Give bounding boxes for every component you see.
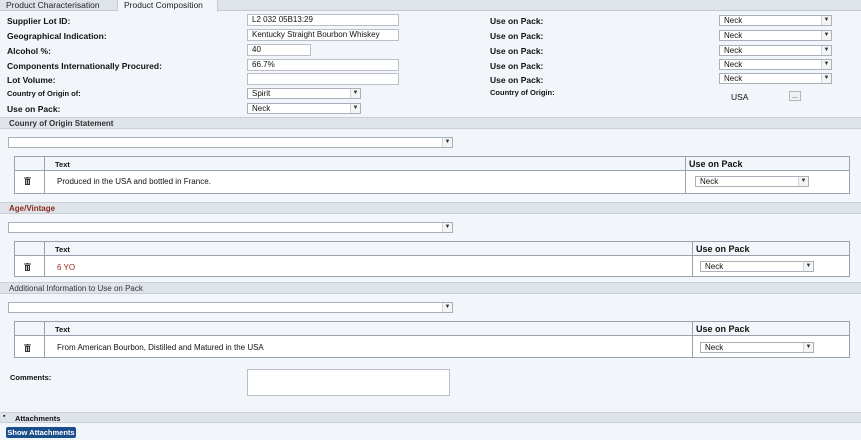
comments-label: Comments: [10, 373, 52, 382]
section-title-country-statement: Counry of Origin Statement [9, 119, 114, 128]
country-of-origin-value: USA [731, 92, 749, 102]
section-header-age-vintage: Age/Vintage [0, 202, 861, 214]
chevron-down-icon: ▼ [442, 138, 452, 147]
lot-volume-label: Lot Volume: [7, 75, 56, 85]
country-of-origin-label: Country of Origin: [490, 88, 555, 97]
section-header-country-statement: Counry of Origin Statement [0, 117, 861, 129]
chevron-down-icon: ▼ [798, 177, 808, 186]
grid-col-use-on-pack: Use on Pack [689, 159, 743, 169]
grid-col-use-on-pack: Use on Pack [696, 244, 750, 254]
chevron-down-icon: ▼ [350, 104, 360, 113]
alcohol-field[interactable]: 40 [247, 44, 311, 56]
country-statement-row-pack-value: Neck [700, 177, 719, 186]
use-on-pack-left-value: Neck [252, 104, 271, 113]
use-on-pack-value-5: Neck [724, 74, 743, 83]
chevron-down-icon: ▼ [350, 89, 360, 98]
use-on-pack-label-3: Use on Pack: [490, 46, 544, 56]
country-lookup-button[interactable]: ... [789, 91, 801, 101]
use-on-pack-value-4: Neck [724, 60, 743, 69]
tab-product-characterisation[interactable]: Product Characterisation [0, 0, 118, 11]
chevron-down-icon: ▼ [821, 31, 831, 40]
chevron-down-icon: ▼ [803, 262, 813, 271]
use-on-pack-select-1[interactable]: Neck ▼ [719, 15, 832, 26]
grid-col-text: Text [55, 325, 70, 334]
age-vintage-grid: Text Use on Pack 6 YO Neck ▼ [14, 241, 850, 277]
comments-textarea[interactable] [247, 369, 450, 396]
chevron-down-icon: ▼ [442, 223, 452, 232]
supplier-lot-id-field[interactable]: L2 032 05B13:29 [247, 14, 399, 26]
grid-col-text: Text [55, 245, 70, 254]
use-on-pack-value-1: Neck [724, 16, 743, 25]
section-header-additional-info: Additional Information to Use on Pack [0, 282, 861, 294]
chevron-down-icon: ▼ [821, 46, 831, 55]
use-on-pack-label-1: Use on Pack: [490, 16, 544, 26]
country-statement-select[interactable]: ▼ [8, 137, 453, 148]
components-field[interactable]: 66.7% [247, 59, 399, 71]
use-on-pack-select-3[interactable]: Neck ▼ [719, 45, 832, 56]
show-attachments-button[interactable]: Show Attachments [6, 427, 76, 438]
additional-info-row-pack-value: Neck [705, 343, 724, 352]
additional-info-grid: Text Use on Pack From American Bourbon, … [14, 321, 850, 358]
minus-icon[interactable]: ▪ [3, 413, 5, 420]
country-of-origin-of-value: Spirit [252, 89, 271, 98]
age-vintage-row-pack-value: Neck [705, 262, 724, 271]
country-statement-row-pack-select[interactable]: Neck ▼ [695, 176, 809, 187]
use-on-pack-value-2: Neck [724, 31, 743, 40]
section-title-additional-info: Additional Information to Use on Pack [9, 284, 143, 293]
use-on-pack-label-5: Use on Pack: [490, 75, 544, 85]
trash-icon[interactable] [24, 263, 31, 271]
supplier-lot-id-label: Supplier Lot ID: [7, 16, 71, 26]
alcohol-label: Alcohol %: [7, 46, 51, 56]
country-statement-row-text: Produced in the USA and bottled in Franc… [57, 177, 211, 186]
use-on-pack-label-2: Use on Pack: [490, 31, 544, 41]
age-vintage-select[interactable]: ▼ [8, 222, 453, 233]
chevron-down-icon: ▼ [821, 16, 831, 25]
use-on-pack-select-5[interactable]: Neck ▼ [719, 73, 832, 84]
use-on-pack-left-select[interactable]: Neck ▼ [247, 103, 361, 114]
use-on-pack-value-3: Neck [724, 46, 743, 55]
components-label: Components Internationally Procured: [7, 61, 162, 71]
age-vintage-row-text: 6 YO [57, 263, 76, 272]
tab-bar: Product Characterisation Product Composi… [0, 0, 861, 12]
grid-col-use-on-pack: Use on Pack [696, 324, 750, 334]
lot-volume-field[interactable] [247, 73, 399, 85]
tab-product-composition[interactable]: Product Composition [118, 0, 218, 12]
use-on-pack-select-2[interactable]: Neck ▼ [719, 30, 832, 41]
section-title-age-vintage: Age/Vintage [9, 204, 56, 213]
geo-indication-field[interactable]: Kentucky Straight Bourbon Whiskey [247, 29, 399, 41]
section-header-attachments: ▪ Attachments [0, 412, 861, 423]
age-vintage-row-pack-select[interactable]: Neck ▼ [700, 261, 814, 272]
additional-info-row-text: From American Bourbon, Distilled and Mat… [57, 343, 264, 352]
trash-icon[interactable] [24, 177, 31, 185]
additional-info-row-pack-select[interactable]: Neck ▼ [700, 342, 814, 353]
country-of-origin-of-select[interactable]: Spirit ▼ [247, 88, 361, 99]
chevron-down-icon: ▼ [442, 303, 452, 312]
geo-indication-label: Geographical Indication: [7, 31, 107, 41]
country-statement-grid: Text Use on Pack Produced in the USA and… [14, 156, 850, 194]
trash-icon[interactable] [24, 344, 31, 352]
additional-info-select[interactable]: ▼ [8, 302, 453, 313]
attachments-title: Attachments [15, 414, 61, 423]
chevron-down-icon: ▼ [803, 343, 813, 352]
chevron-down-icon: ▼ [821, 60, 831, 69]
use-on-pack-select-4[interactable]: Neck ▼ [719, 59, 832, 70]
grid-col-text: Text [55, 160, 70, 169]
chevron-down-icon: ▼ [821, 74, 831, 83]
use-on-pack-left-label: Use on Pack: [7, 104, 61, 114]
country-of-origin-of-label: Country of Origin of: [7, 89, 81, 98]
use-on-pack-label-4: Use on Pack: [490, 61, 544, 71]
